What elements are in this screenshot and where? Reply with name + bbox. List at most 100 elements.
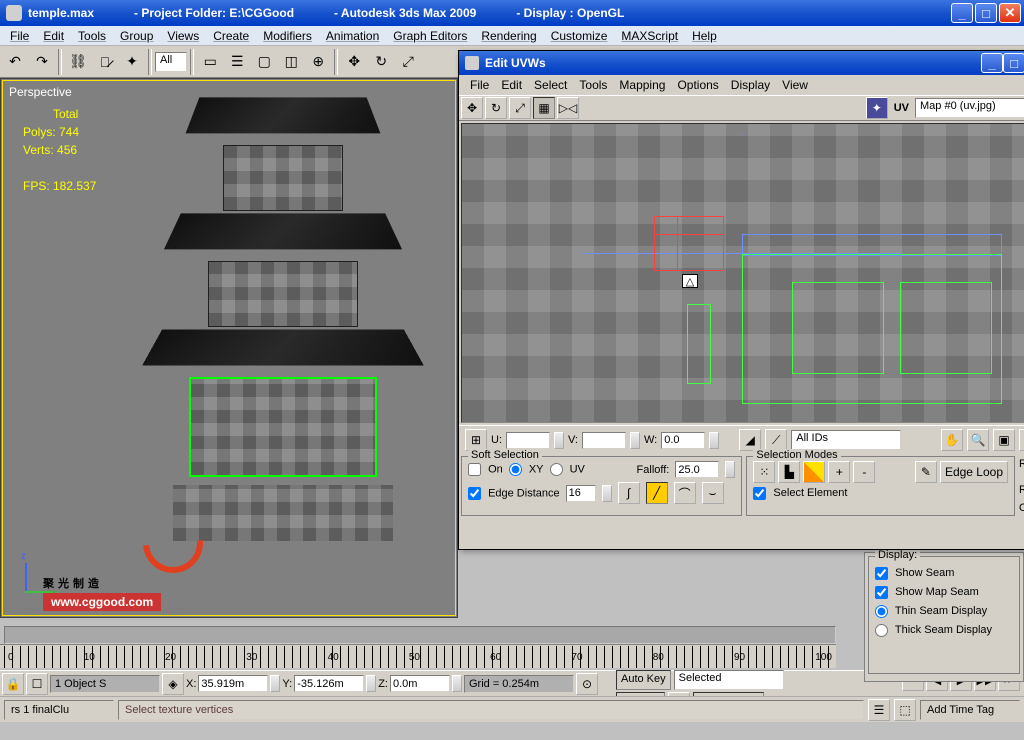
bind-button[interactable]: ✦ [119, 49, 145, 75]
menu-create[interactable]: Create [207, 27, 255, 45]
uv-menu-select[interactable]: Select [529, 76, 572, 94]
uv-green-inner2[interactable] [900, 282, 992, 374]
cube-icon[interactable]: ⬚ [894, 699, 916, 721]
uv-menu-tools[interactable]: Tools [574, 76, 612, 94]
uv-freeform-icon[interactable]: ▦ [533, 97, 555, 119]
select-rect-button[interactable]: ▢ [251, 49, 277, 75]
falloff-fast-icon[interactable]: ⌣ [702, 482, 724, 504]
falloff-linear-icon[interactable]: ╱ [646, 482, 668, 504]
uv-menu-file[interactable]: File [465, 76, 494, 94]
uv-green-strip[interactable] [687, 304, 711, 384]
uv-showmap-icon[interactable]: ✦ [866, 97, 888, 119]
rot-label-1[interactable]: Rot. [1019, 458, 1024, 470]
soft-uv-radio[interactable]: UV [550, 463, 585, 476]
uv-zoomext-icon[interactable]: ▣ [993, 429, 1015, 451]
soft-on-check[interactable]: On [468, 463, 503, 476]
z-spinner[interactable] [452, 675, 462, 692]
close-button[interactable]: ✕ [999, 3, 1021, 23]
face-mode-icon[interactable] [803, 461, 825, 483]
keymode-combo[interactable]: Selected [674, 670, 784, 690]
menu-help[interactable]: Help [686, 27, 723, 45]
uv-canvas[interactable]: △ [461, 123, 1024, 423]
minimize-button[interactable]: _ [951, 3, 973, 23]
show-map-seam-check[interactable]: Show Map Seam [875, 586, 979, 598]
uv-u-input[interactable] [506, 432, 550, 449]
uv-brush-icon[interactable]: ⟋ [765, 429, 787, 451]
select-window-button[interactable]: ◫ [278, 49, 304, 75]
uv-menu-options[interactable]: Options [672, 76, 723, 94]
z-input[interactable] [390, 675, 450, 692]
uv-minimize-button[interactable]: _ [981, 53, 1003, 73]
uv-maximize-button[interactable]: □ [1003, 53, 1024, 73]
uv-zoom-icon[interactable]: 🔍 [967, 429, 989, 451]
select-crossing-button[interactable]: ⊕ [305, 49, 331, 75]
edge-mode-icon[interactable]: ▙ [778, 461, 800, 483]
uv-pan-icon[interactable]: ✋ [941, 429, 963, 451]
snaps-icon[interactable]: ⊙ [576, 673, 598, 695]
menu-animation[interactable]: Animation [320, 27, 385, 45]
move-button[interactable]: ✥ [341, 49, 367, 75]
select-name-button[interactable]: ☰ [224, 49, 250, 75]
x-spinner[interactable] [270, 675, 280, 692]
falloff-input[interactable] [675, 461, 719, 478]
falloff-spinner[interactable] [725, 461, 735, 478]
uv-rotate-icon[interactable]: ↻ [485, 97, 507, 119]
uv-w-spinner[interactable] [709, 432, 719, 449]
uv-mirror-icon[interactable]: ▷◁ [557, 97, 579, 119]
uv-lock-icon[interactable]: ⊞ [465, 429, 487, 451]
edge-loop-button[interactable]: Edge Loop [940, 461, 1008, 483]
viewport[interactable]: Perspective Total Polys: 744 Verts: 456 … [0, 78, 458, 618]
uv-titlebar[interactable]: Edit UVWs _ □ ✕ [459, 51, 1024, 75]
select-element-check[interactable]: Select Element [753, 487, 847, 499]
falloff-slow-icon[interactable]: ⌒ [674, 482, 696, 504]
options-label[interactable]: Optio [1019, 502, 1024, 514]
edge-distance-check[interactable]: Edge Distance [468, 487, 560, 500]
uv-w-input[interactable] [661, 432, 705, 449]
time-slider[interactable] [4, 626, 836, 644]
menu-modifiers[interactable]: Modifiers [257, 27, 318, 45]
vertex-mode-icon[interactable]: ⁙ [753, 461, 775, 483]
y-spinner[interactable] [366, 675, 376, 692]
soft-xy-radio[interactable]: XY [509, 463, 544, 476]
selection-icon[interactable]: ☐ [26, 673, 48, 695]
uv-menubar[interactable]: File Edit Select Tools Mapping Options D… [459, 75, 1024, 95]
autokey-button[interactable]: Auto Key [616, 670, 671, 690]
link-button[interactable]: ⛓ [65, 49, 91, 75]
undo-button[interactable]: ↶ [2, 49, 28, 75]
uv-id-filter-combo[interactable]: All IDs [791, 430, 901, 450]
uv-menu-edit[interactable]: Edit [496, 76, 527, 94]
selection-filter-combo[interactable]: All [155, 52, 187, 72]
lock-selection-icon[interactable]: 🔒 [2, 673, 24, 695]
main-menubar[interactable]: File Edit Tools Group Views Create Modif… [0, 26, 1024, 46]
uv-zoomregion-icon[interactable]: ⬚ [1019, 429, 1024, 451]
edge-distance-spinner[interactable] [602, 485, 612, 502]
plus-mode-icon[interactable]: + [828, 461, 850, 483]
listener-icon[interactable]: ☰ [868, 699, 890, 721]
scale-button[interactable]: ⤢ [395, 49, 421, 75]
menu-tools[interactable]: Tools [72, 27, 112, 45]
show-seam-check[interactable]: Show Seam [875, 567, 954, 579]
menu-edit[interactable]: Edit [37, 27, 70, 45]
thin-seam-radio[interactable]: Thin Seam Display [875, 605, 987, 617]
uv-abs-icon[interactable]: ◢ [739, 429, 761, 451]
uv-menu-mapping[interactable]: Mapping [614, 76, 670, 94]
uv-move-icon[interactable]: ✥ [461, 97, 483, 119]
uv-scale-icon[interactable]: ⤢ [509, 97, 531, 119]
menu-grapheditors[interactable]: Graph Editors [387, 27, 473, 45]
maximize-button[interactable]: □ [975, 3, 997, 23]
paint-select-icon[interactable]: ✎ [915, 461, 937, 483]
redo-button[interactable]: ↷ [29, 49, 55, 75]
menu-file[interactable]: File [4, 27, 35, 45]
uv-menu-display[interactable]: Display [726, 76, 775, 94]
uv-pivot-marker[interactable]: △ [682, 274, 698, 288]
uv-map-combo[interactable]: Map #0 (uv.jpg) [915, 98, 1024, 118]
script-name[interactable]: rs 1 finalClu [4, 700, 114, 720]
uv-u-spinner[interactable] [554, 432, 564, 449]
menu-rendering[interactable]: Rendering [475, 27, 542, 45]
falloff-smooth-icon[interactable]: ∫ [618, 482, 640, 504]
edge-distance-input[interactable] [566, 485, 596, 502]
uv-v-input[interactable] [582, 432, 626, 449]
timeline[interactable]: 01020 304050 607080 90100 [0, 644, 836, 668]
menu-maxscript[interactable]: MAXScript [615, 27, 684, 45]
thick-seam-radio[interactable]: Thick Seam Display [875, 624, 992, 636]
